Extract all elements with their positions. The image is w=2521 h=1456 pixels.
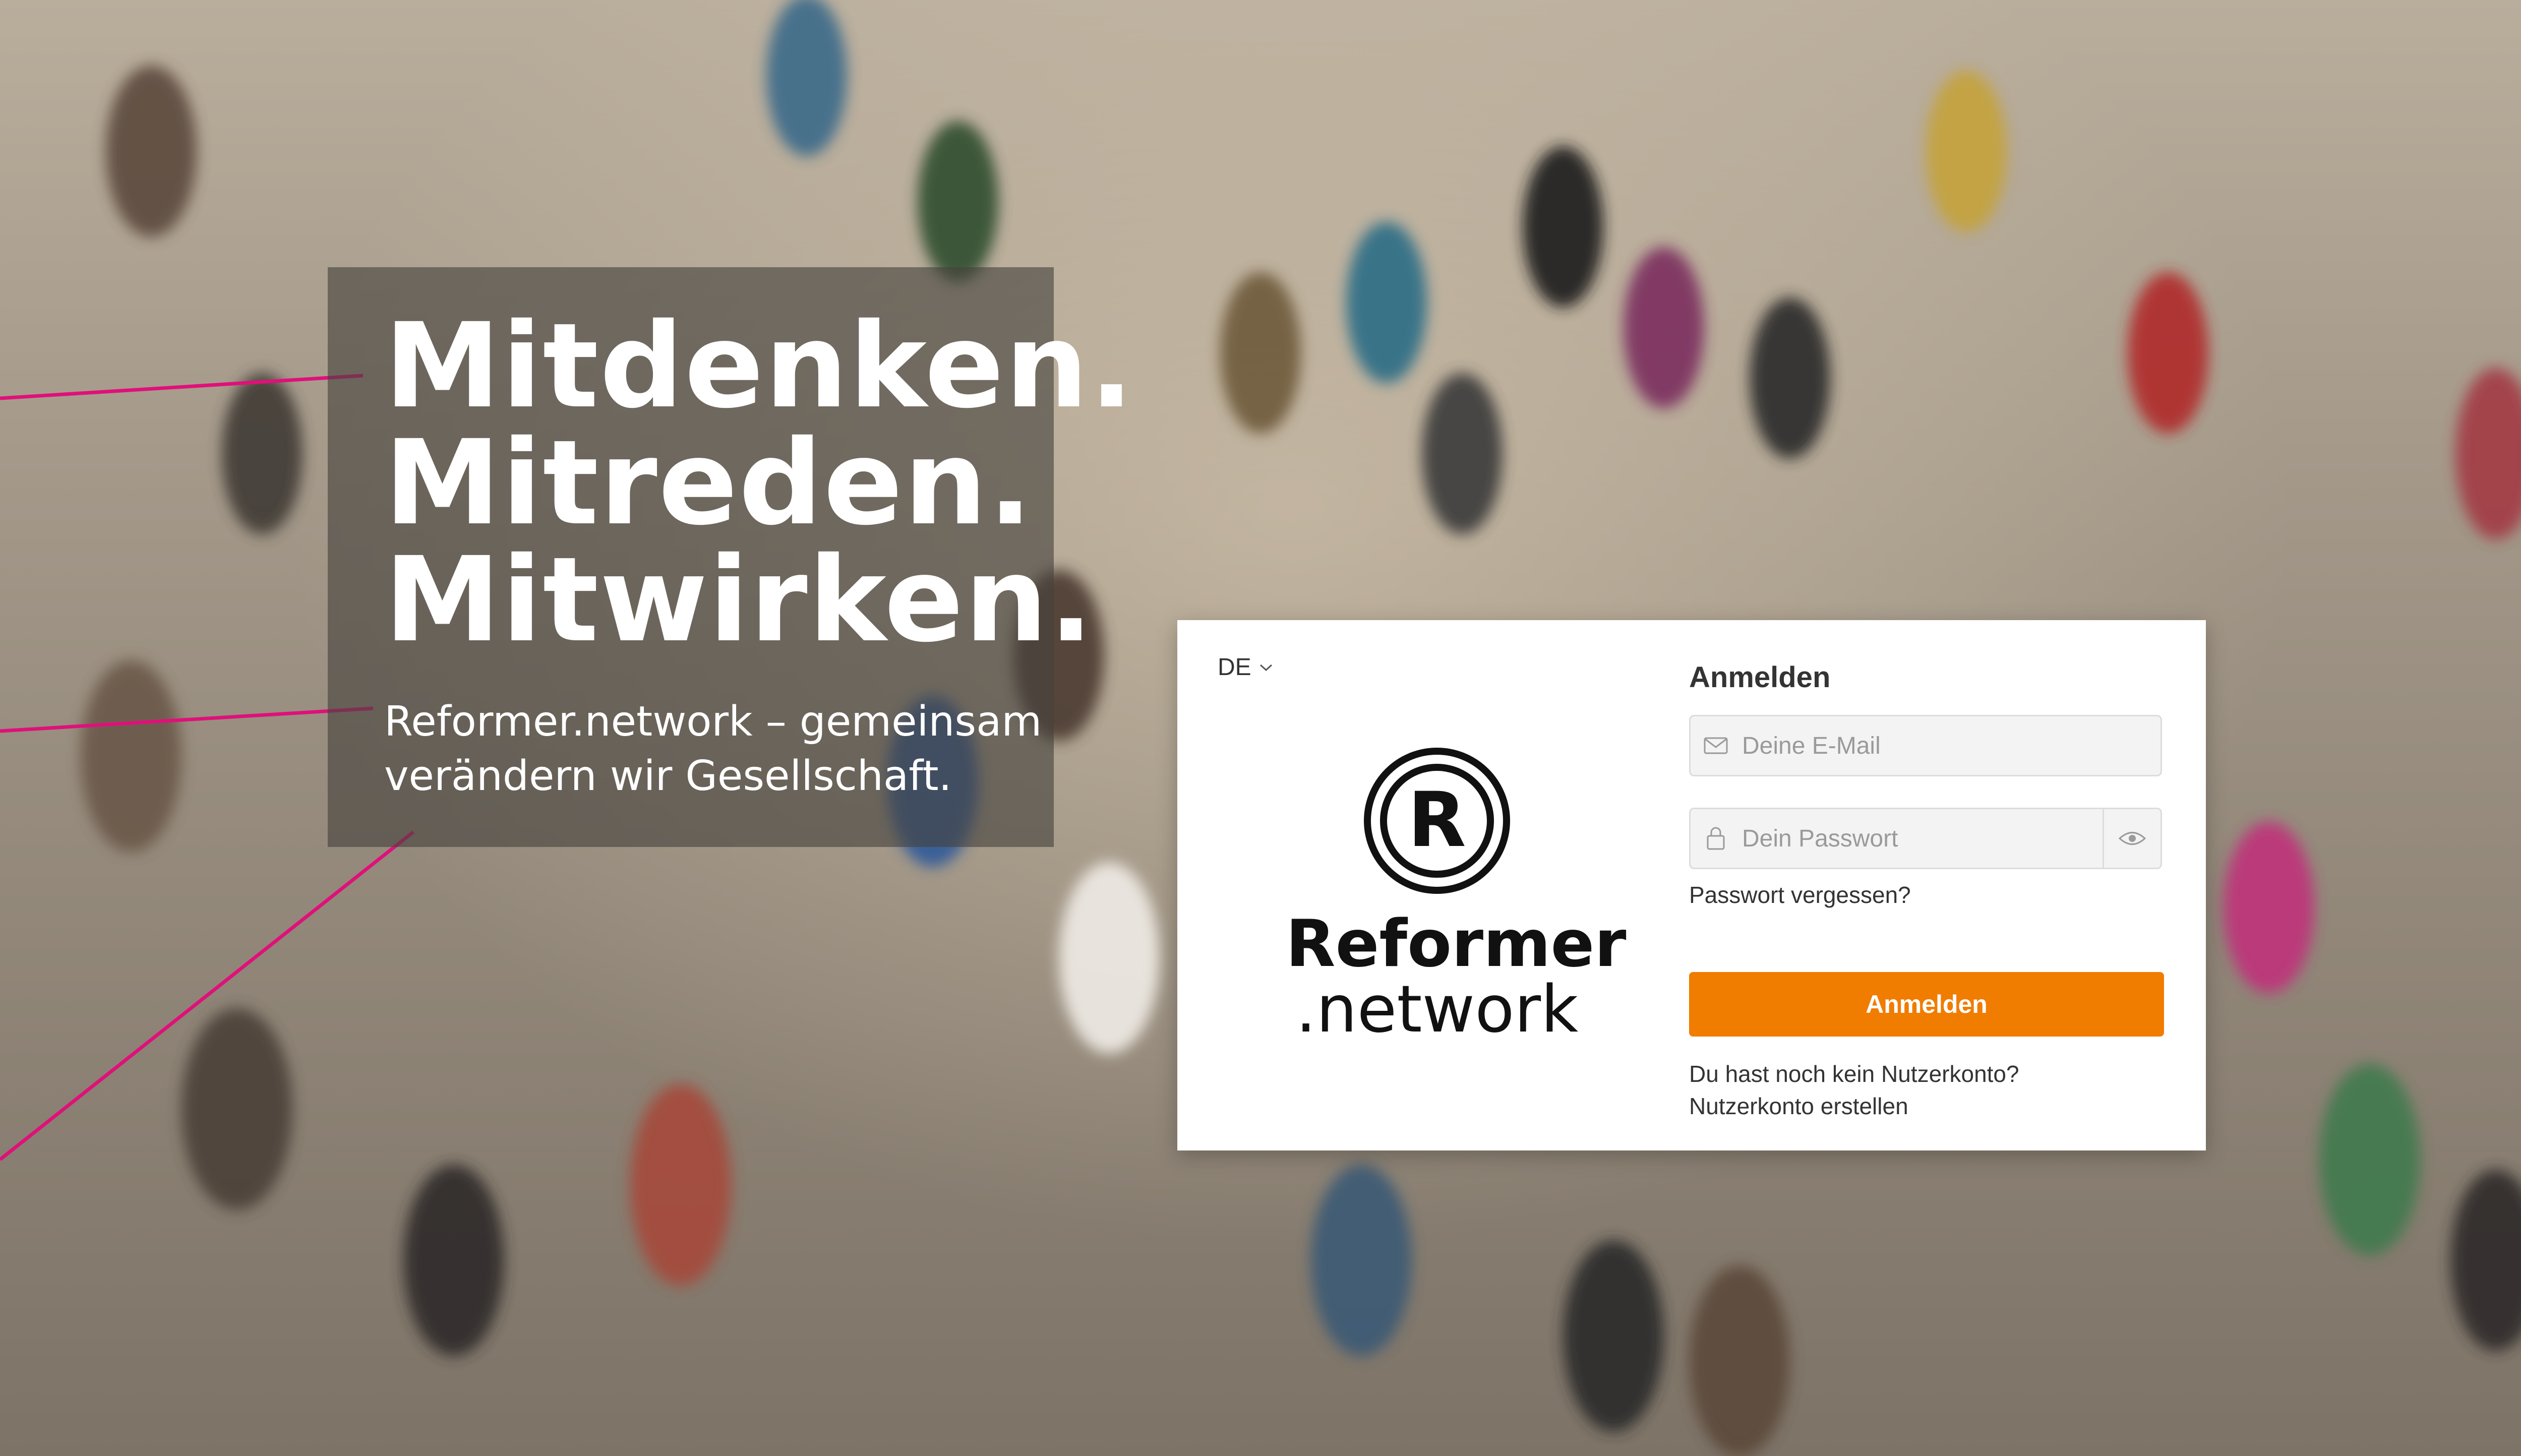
subline-line-1: Reformer.network – gemeinsam: [384, 698, 1042, 746]
headline-line-1: Mitdenken.: [384, 298, 1135, 434]
accent-line-middle: [0, 706, 374, 733]
mail-icon: [1691, 737, 1741, 755]
subline-line-2: verändern wir Gesellschaft.: [384, 752, 952, 800]
password-field[interactable]: [1689, 808, 2162, 869]
password-input[interactable]: [1741, 809, 2103, 868]
hero-subline: Reformer.network – gemeinsam verändern w…: [384, 695, 1050, 804]
registered-mark-icon: R: [1364, 748, 1510, 894]
email-field[interactable]: [1689, 715, 2162, 776]
lock-icon: [1691, 826, 1741, 851]
language-selector[interactable]: DE: [1218, 653, 1274, 681]
headline-line-2: Mitreden.: [384, 415, 1034, 551]
language-label: DE: [1218, 654, 1251, 681]
chevron-down-icon: [1259, 664, 1272, 671]
hero-headline: Mitdenken. Mitreden. Mitwirken.: [384, 308, 1135, 658]
accent-line-bottom: [0, 830, 415, 1161]
no-account-text: Du hast noch kein Nutzerkonto?: [1689, 1061, 2019, 1087]
create-account-link[interactable]: Nutzerkonto erstellen: [1689, 1090, 2019, 1122]
logo-mark-letter: R: [1408, 776, 1466, 864]
email-input[interactable]: [1741, 716, 2160, 775]
no-account-section: Du hast noch kein Nutzerkonto? Nutzerkon…: [1689, 1058, 2019, 1122]
accent-line-top: [0, 374, 364, 400]
logo-text-secondary: .network: [1295, 972, 1579, 1047]
eye-icon[interactable]: [2103, 809, 2160, 868]
headline-line-3: Mitwirken.: [384, 532, 1095, 668]
logo-text-primary: Reformer: [1286, 906, 1627, 982]
login-card: DE R Reformer .network Anmelden Deine E-…: [1177, 620, 2206, 1150]
forgot-password-link[interactable]: Passwort vergessen?: [1689, 881, 1911, 908]
brand-logo: R Reformer .network: [1286, 745, 1627, 1047]
login-title: Anmelden: [1689, 661, 1831, 694]
login-button[interactable]: Anmelden: [1689, 972, 2164, 1037]
